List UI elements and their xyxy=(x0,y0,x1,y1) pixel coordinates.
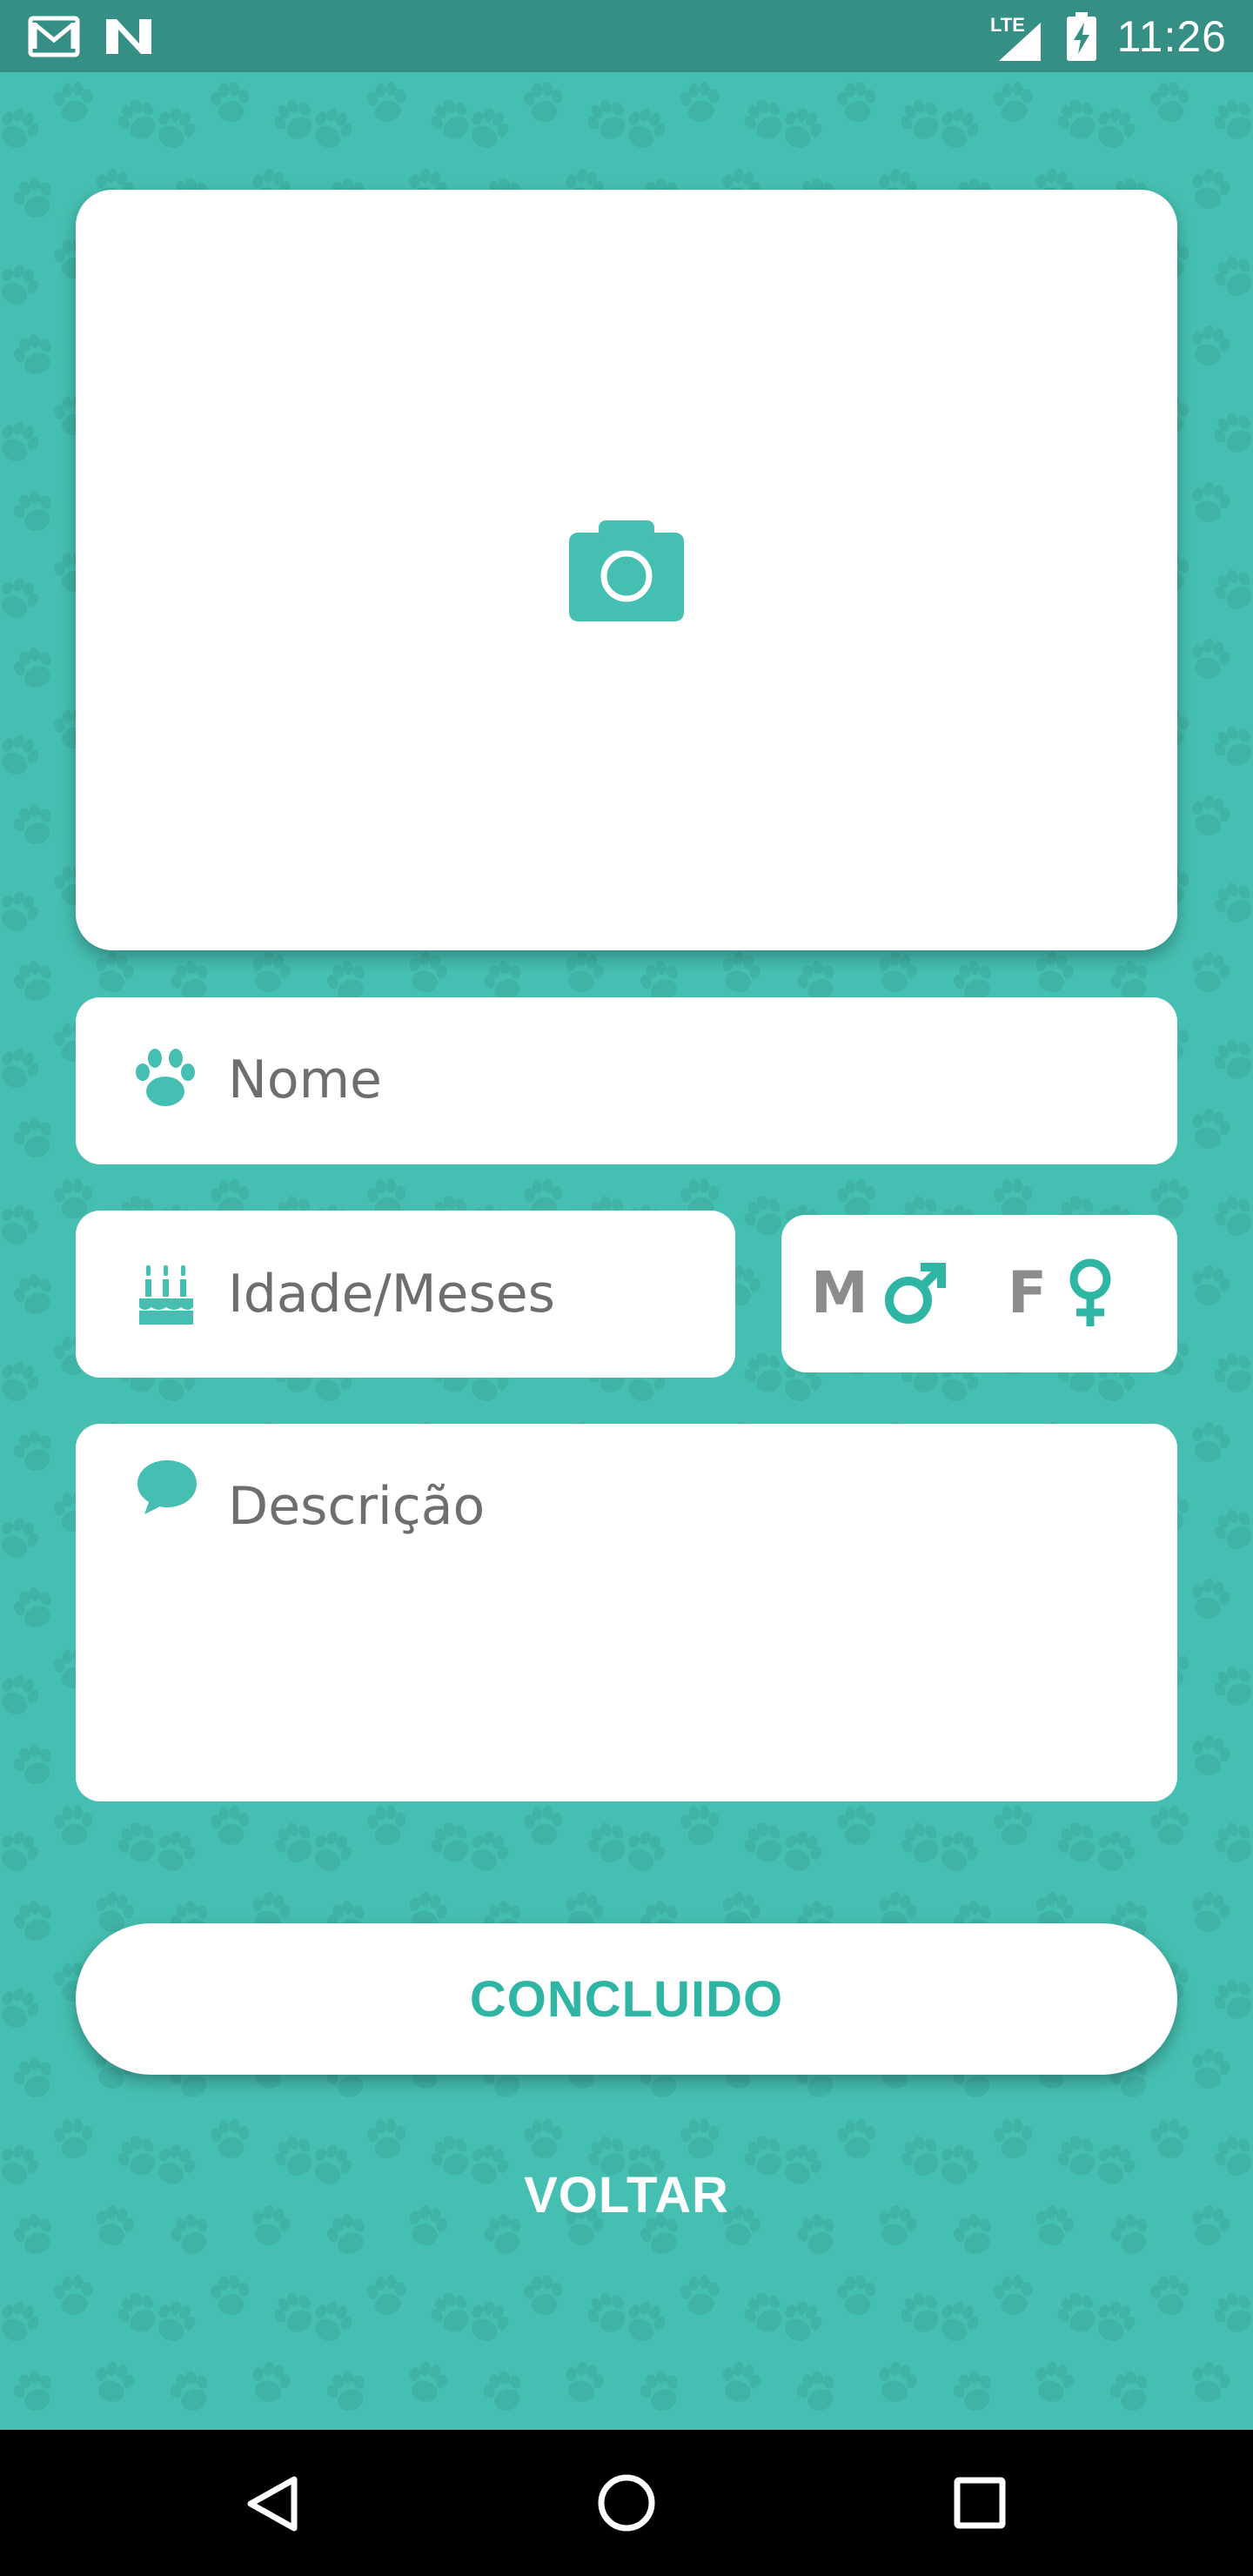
male-label: M xyxy=(811,1259,868,1326)
female-symbol-icon xyxy=(1069,1258,1111,1326)
status-bar: LTE 11:26 xyxy=(0,0,1253,72)
signal-icon xyxy=(999,23,1041,61)
navigation-bar xyxy=(0,2430,1253,2576)
back-button[interactable]: VOLTAR xyxy=(452,2158,801,2231)
age-input-placeholder[interactable]: Idade/Meses xyxy=(228,1264,555,1325)
birthday-cake-icon xyxy=(139,1265,193,1325)
speech-bubble-icon xyxy=(137,1460,197,1514)
n-notification-icon xyxy=(106,19,151,54)
done-button[interactable]: CONCLUIDO xyxy=(76,1923,1177,2075)
gmail-icon xyxy=(28,16,80,57)
back-triangle-icon[interactable] xyxy=(245,2475,299,2532)
paw-icon xyxy=(136,1049,195,1106)
female-label: F xyxy=(1008,1259,1048,1326)
recents-square-icon[interactable] xyxy=(954,2477,1006,2529)
name-input-placeholder[interactable]: Nome xyxy=(228,1050,382,1110)
camera-icon[interactable] xyxy=(569,520,684,621)
male-symbol-icon xyxy=(884,1263,946,1324)
sex-option-female[interactable]: F xyxy=(1008,1258,1115,1328)
description-input-placeholder[interactable]: Descrição xyxy=(228,1476,485,1537)
status-clock: 11:26 xyxy=(1116,12,1227,61)
home-circle-icon[interactable] xyxy=(597,2473,656,2532)
sex-option-male[interactable]: M xyxy=(811,1258,948,1328)
battery-charging-icon xyxy=(1067,12,1096,61)
